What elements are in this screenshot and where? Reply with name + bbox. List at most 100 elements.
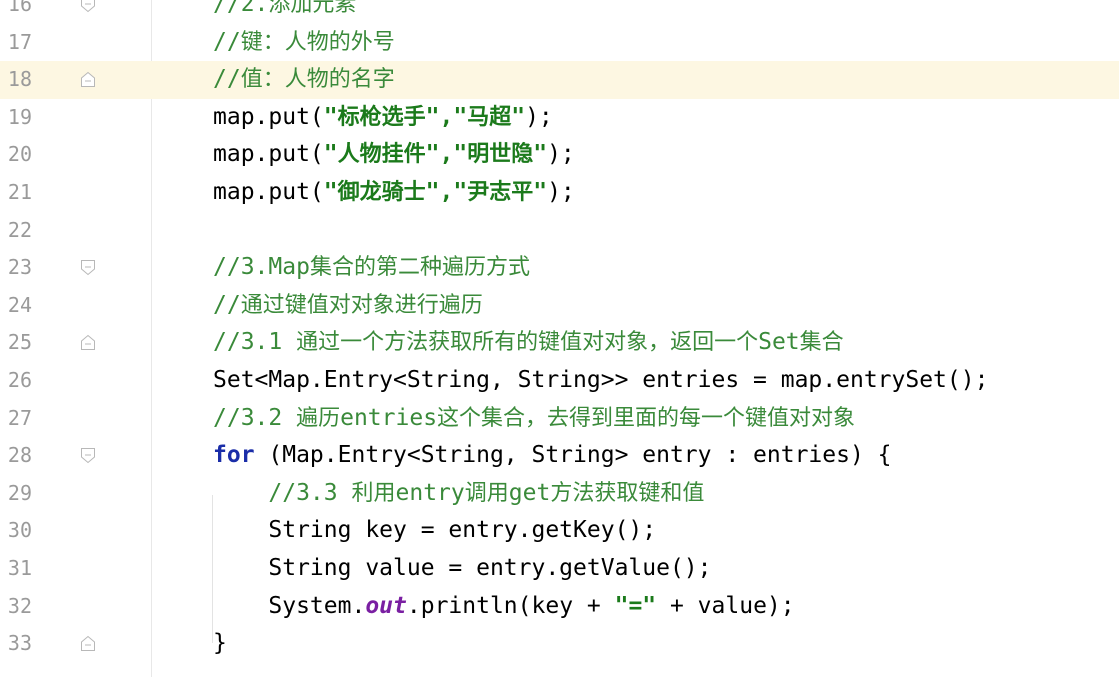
code-line[interactable]: 17 //键：人物的外号 [0, 24, 1119, 62]
code-token: "," [425, 179, 468, 205]
code-token: entries [340, 404, 438, 431]
code-text: String value = entry.getValue(); [213, 550, 712, 588]
code-token: 值：人物的名字 [240, 67, 395, 93]
fold-collapse-icon[interactable] [80, 259, 96, 276]
code-token: " [323, 179, 338, 205]
code-token: //3.3 [213, 479, 352, 506]
code-token: entry [395, 479, 465, 506]
line-number: 31 [7, 556, 32, 580]
code-token: map.put( [213, 179, 324, 205]
code-token: 利用 [351, 480, 396, 506]
code-token: System. [213, 592, 366, 619]
code-token: map.put( [213, 103, 324, 130]
code-text: map.put("标枪选手","马超"); [213, 99, 553, 137]
code-text: //2.添加元素 [213, 0, 356, 24]
code-token: 人物挂件 [337, 142, 426, 168]
code-token: } [213, 630, 227, 657]
code-token: 键：人物的外号 [240, 29, 395, 55]
code-token: // [213, 66, 241, 93]
code-text: for (Map.Entry<String, String> entry : e… [213, 437, 892, 475]
code-token: 马超 [467, 104, 512, 130]
line-number: 22 [7, 217, 32, 242]
code-text: //3.Map集合的第二种遍历方式 [213, 249, 530, 287]
code-token: map.put( [213, 141, 324, 168]
fold-collapse-icon[interactable] [80, 447, 96, 464]
code-token: 调用 [464, 480, 509, 506]
code-token: (Map.Entry<String, String> entry : entri… [254, 442, 892, 469]
code-token: " [533, 179, 548, 205]
fold-collapse-icon[interactable] [80, 0, 96, 13]
indent-guide [212, 495, 213, 643]
code-token: "=" [614, 592, 657, 619]
code-token: 遍历 [296, 405, 341, 431]
code-token: " [533, 141, 548, 168]
code-line[interactable]: 21 map.put("御龙骑士","尹志平"); [0, 174, 1119, 212]
line-number: 20 [7, 142, 32, 167]
code-token: for [213, 442, 255, 469]
fold-end-icon[interactable] [80, 334, 96, 351]
code-token: " [323, 141, 338, 168]
code-token: 尹志平 [467, 180, 534, 205]
line-number: 19 [7, 104, 32, 129]
fold-end-icon[interactable] [80, 635, 96, 652]
code-token: //2. [213, 0, 269, 17]
code-editor[interactable]: 16//2.添加元素 17//键：人物的外号 18//值：人物的名字 19 map.pu… [0, 0, 1119, 677]
code-token: ); [547, 179, 575, 205]
code-token: //3.1 [213, 329, 297, 356]
code-token: " [511, 103, 526, 130]
code-line[interactable]: 31 String value = entry.getValue(); [0, 550, 1119, 588]
line-number: 24 [7, 292, 32, 317]
code-token: String value = entry.getValue(); [213, 555, 712, 581]
code-line[interactable]: 16 //2.添加元素 [0, 0, 1119, 24]
code-token: "," [425, 103, 468, 130]
code-text: System.out.println(key + "=" + value); [213, 588, 795, 626]
code-line[interactable]: 32 System.out.println(key + "=" + value)… [0, 588, 1119, 626]
code-token: out [365, 592, 407, 619]
code-line[interactable]: 22 [0, 212, 1119, 250]
code-line[interactable]: 29 //3.3 利用entry调用get方法获取键和值 [0, 475, 1119, 513]
line-number: 21 [7, 180, 32, 204]
code-line[interactable]: 30 String key = entry.getKey(); [0, 512, 1119, 550]
code-token: ); [547, 141, 575, 168]
code-line[interactable]: 18 //值：人物的名字 [0, 61, 1119, 99]
line-number: 28 [7, 443, 32, 468]
fold-end-icon[interactable] [80, 71, 96, 88]
code-line[interactable]: 19 map.put("标枪选手","马超"); [0, 99, 1119, 137]
line-number: 29 [7, 480, 32, 505]
code-token: 明世隐 [467, 142, 534, 168]
code-token: 集合的第二种遍历方式 [309, 255, 530, 281]
line-number: 25 [7, 330, 32, 355]
code-token: //3.Map [213, 254, 310, 281]
code-token: // [213, 291, 241, 318]
code-text: map.put("御龙骑士","尹志平"); [213, 174, 575, 212]
code-token: 御龙骑士 [337, 180, 426, 205]
code-line[interactable]: 33} [0, 625, 1119, 663]
line-number: 33 [7, 631, 32, 656]
line-number: 18 [7, 67, 32, 92]
code-line[interactable]: 25 //3.1 通过一个方法获取所有的键值对对象，返回一个Set集合 [0, 324, 1119, 362]
code-token: get [508, 479, 551, 506]
code-line[interactable]: 27 //3.2 遍历entries这个集合，去得到里面的每一个键值对对象 [0, 400, 1119, 438]
code-token: 标枪选手 [337, 104, 426, 130]
line-number: 32 [7, 593, 32, 618]
code-token: 集合 [799, 330, 844, 356]
code-text: map.put("人物挂件","明世隐"); [213, 136, 575, 174]
line-number: 27 [7, 405, 32, 430]
code-token: String key = entry.getKey(); [213, 517, 657, 544]
code-token: "," [425, 141, 468, 168]
code-token: 这个集合，去得到里面的每一个键值对对象 [437, 405, 856, 431]
code-token: .println(key + [406, 592, 615, 619]
code-text: //3.1 通过一个方法获取所有的键值对对象，返回一个Set集合 [213, 324, 844, 362]
line-number: 17 [7, 29, 32, 54]
code-line[interactable]: 24 //通过键值对对象进行遍历 [0, 287, 1119, 325]
code-token: Set<Map.Entry<String, String>> entries =… [213, 367, 989, 393]
code-line[interactable]: 20 map.put("人物挂件","明世隐"); [0, 136, 1119, 174]
code-line[interactable]: 23 //3.Map集合的第二种遍历方式 [0, 249, 1119, 287]
code-token: Set [758, 329, 800, 356]
code-line[interactable]: 26 Set<Map.Entry<String, String>> entries… [0, 362, 1119, 400]
code-text: String key = entry.getKey(); [213, 512, 656, 550]
code-token: // [213, 28, 241, 55]
code-token: + value); [656, 592, 795, 619]
code-text: //键：人物的外号 [213, 24, 395, 62]
code-line[interactable]: 28 for (Map.Entry<String, String> entry :… [0, 437, 1119, 475]
